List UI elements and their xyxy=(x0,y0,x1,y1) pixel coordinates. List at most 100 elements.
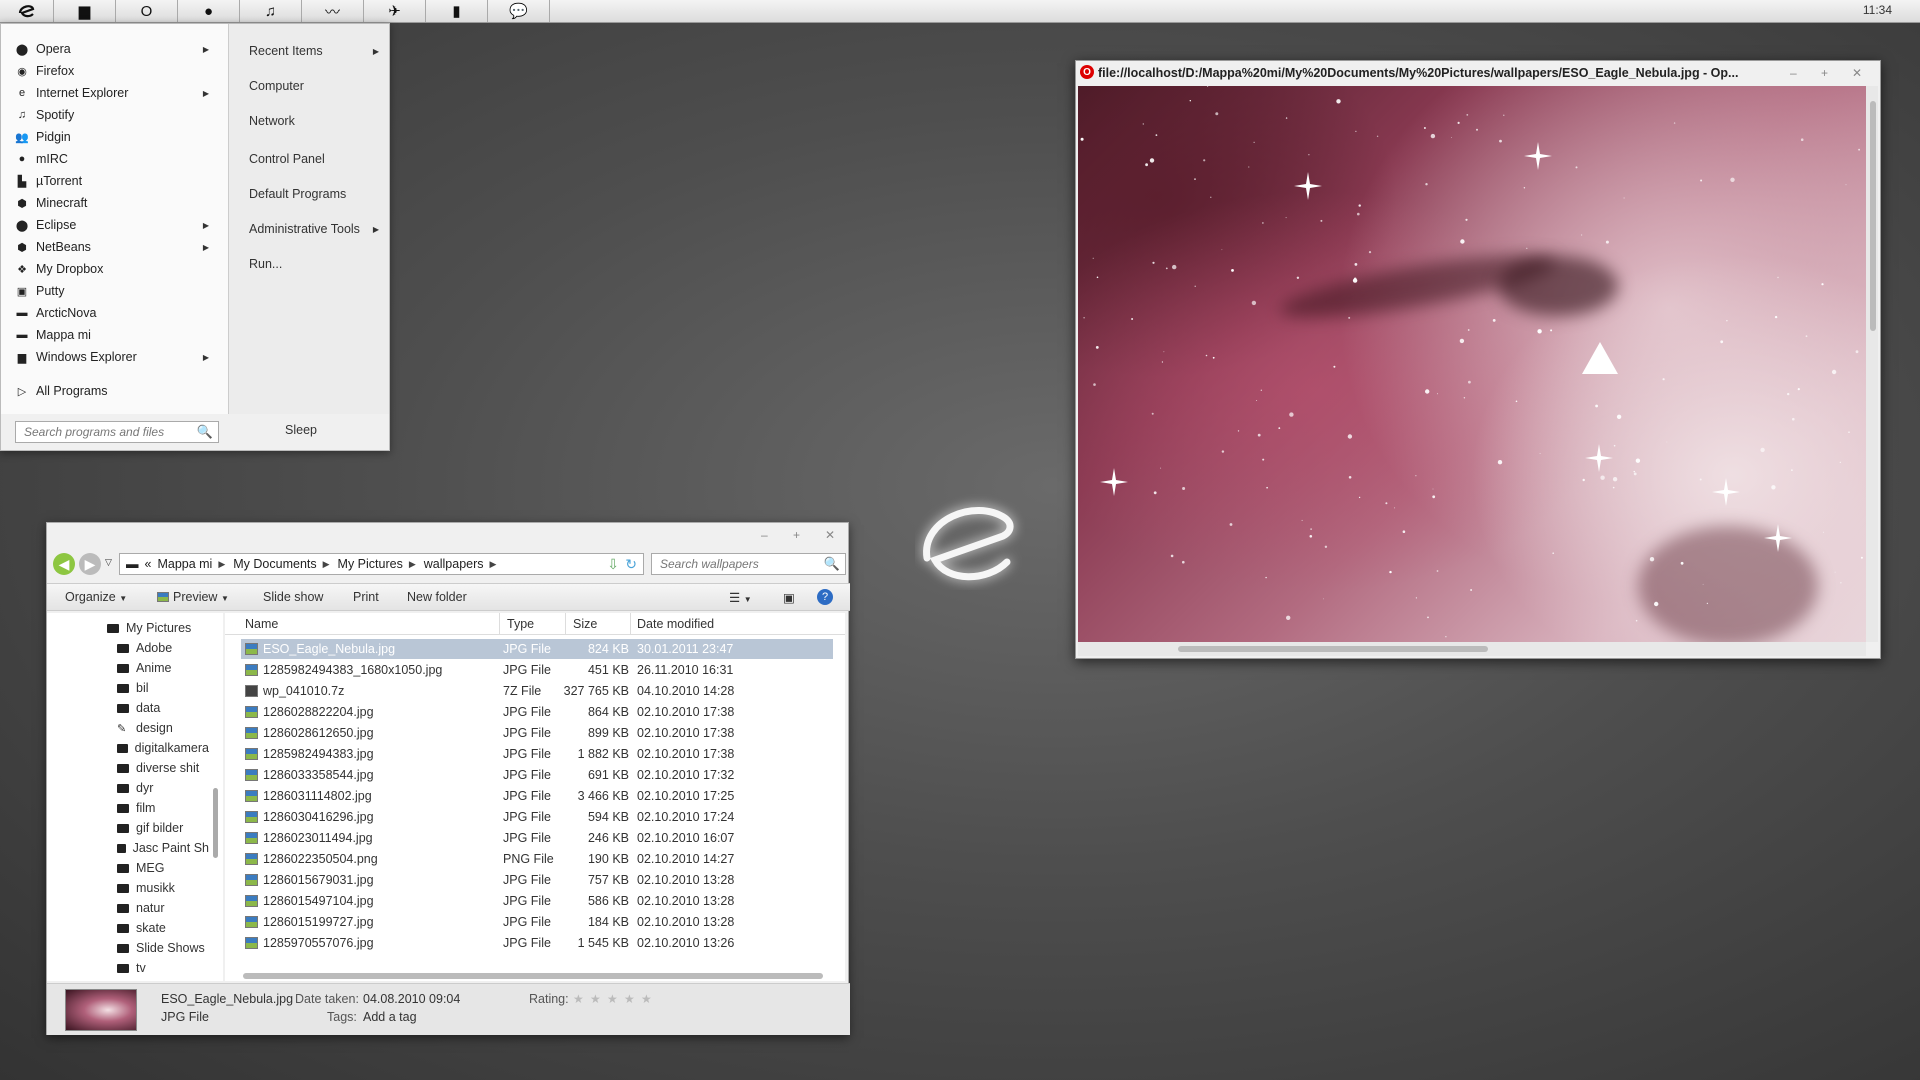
slide-show-button[interactable]: Slide show xyxy=(263,590,323,604)
new-folder-button[interactable]: New folder xyxy=(407,590,467,604)
column-date-modified[interactable]: Date modified xyxy=(637,617,714,631)
tree-scrollbar[interactable] xyxy=(213,788,218,858)
tree-item[interactable]: bil xyxy=(117,679,209,697)
file-row[interactable]: 1285982494383_1680x1050.jpg JPG File 451 K… xyxy=(241,660,833,680)
sm-item-internet-explorer[interactable]: e Internet Explorer ▶ xyxy=(15,83,215,103)
sm-network[interactable]: Network xyxy=(249,111,379,131)
breadcrumb-my-documents[interactable]: My Documents xyxy=(233,557,316,571)
tree-item[interactable]: data xyxy=(117,699,209,717)
vertical-scroll-thumb[interactable] xyxy=(1870,101,1876,331)
horizontal-scrollbar[interactable] xyxy=(1078,642,1866,656)
sm-item-spotify[interactable]: ♫ Spotify xyxy=(15,105,215,125)
tree-item[interactable]: digitalkamera xyxy=(117,739,209,757)
sm-item-opera[interactable]: ⬤ Opera ▶ xyxy=(15,39,215,59)
maximize-button[interactable]: + xyxy=(793,528,800,542)
tree-item[interactable]: diverse shit xyxy=(117,759,209,777)
minimize-button[interactable]: – xyxy=(1790,66,1797,80)
star-icon[interactable]: ★ xyxy=(573,992,584,1006)
sm-default-programs[interactable]: Default Programs xyxy=(249,184,379,204)
sm-item-mappa-mi[interactable]: ▬ Mappa mi xyxy=(15,325,215,345)
taskbar-pidgin[interactable]: 〰 xyxy=(302,0,364,22)
file-row[interactable]: 1285982494383.jpg JPG File 1 882 KB 02.10.2… xyxy=(241,744,833,764)
taskbar-firefox[interactable]: ● xyxy=(178,0,240,22)
breadcrumb-overflow[interactable]: « xyxy=(145,557,152,571)
file-row[interactable]: ESO_Eagle_Nebula.jpg JPG File 824 KB 30.01.… xyxy=(241,639,833,659)
taskbar-chat[interactable]: 💬 xyxy=(488,0,550,22)
organize-button[interactable]: Organize ▼ xyxy=(65,590,127,604)
breadcrumb-mappa-mi[interactable]: Mappa mi xyxy=(157,557,212,571)
file-row[interactable]: 1286030416296.jpg JPG File 594 KB 02.10.201… xyxy=(241,807,833,827)
sm-item-netbeans[interactable]: ⬢ NetBeans ▶ xyxy=(15,237,215,257)
column-type[interactable]: Type xyxy=(507,617,534,631)
sm-item-firefox[interactable]: ◉ Firefox xyxy=(15,61,215,81)
help-icon[interactable]: ? xyxy=(817,589,833,605)
view-options-icon[interactable]: ☰ ▼ xyxy=(729,590,752,605)
start-button[interactable] xyxy=(0,0,54,22)
file-row[interactable]: 1286033358544.jpg JPG File 691 KB 02.10.201… xyxy=(241,765,833,785)
start-search-input[interactable]: Search programs and files 🔍 xyxy=(15,421,219,443)
file-row[interactable]: wp_041010.7z 7Z File 327 765 KB 04.10.2010 … xyxy=(241,681,833,701)
taskbar-spotify[interactable]: ♫ xyxy=(240,0,302,22)
sm-computer[interactable]: Computer xyxy=(249,76,379,96)
sm-item-my-dropbox[interactable]: ❖ My Dropbox xyxy=(15,259,215,279)
maximize-button[interactable]: + xyxy=(1821,66,1828,80)
tree-item[interactable]: dyr xyxy=(117,779,209,797)
file-row[interactable]: 1286028822204.jpg JPG File 864 KB 02.10.201… xyxy=(241,702,833,722)
taskbar-dropbox[interactable]: ▮ xyxy=(426,0,488,22)
tree-item[interactable]: tv xyxy=(117,959,209,977)
close-button[interactable]: ✕ xyxy=(825,528,835,542)
close-button[interactable]: ✕ xyxy=(1852,66,1862,80)
star-icon[interactable]: ★ xyxy=(624,992,635,1006)
sm-item-minecraft[interactable]: ⬢ Minecraft xyxy=(15,193,215,213)
breadcrumb-my-pictures[interactable]: My Pictures xyxy=(338,557,403,571)
file-row[interactable]: 1286031114802.jpg JPG File 3 466 KB 02.10.2… xyxy=(241,786,833,806)
sm-item-mirc[interactable]: ● mIRC xyxy=(15,149,215,169)
taskbar-explorer[interactable]: ▆ xyxy=(54,0,116,22)
sm-all-programs[interactable]: ▷ All Programs xyxy=(15,381,215,401)
tree-item[interactable]: skate xyxy=(117,919,209,937)
preview-pane-icon[interactable]: ▣ xyxy=(783,590,795,605)
sm-run[interactable]: Run... xyxy=(249,254,379,274)
taskbar-opera[interactable]: O xyxy=(116,0,178,22)
sm-item-putty[interactable]: ▣ Putty xyxy=(15,281,215,301)
recent-pages-dropdown[interactable]: ▽ xyxy=(105,557,112,568)
taskbar-utorrent[interactable]: ✈ xyxy=(364,0,426,22)
tree-item[interactable]: Jasc Paint Sh xyxy=(117,839,209,857)
file-row[interactable]: 1286023011494.jpg JPG File 246 KB 02.10.201… xyxy=(241,828,833,848)
tree-item[interactable]: gif bilder xyxy=(117,819,209,837)
column-size[interactable]: Size xyxy=(573,617,597,631)
file-row[interactable]: 1285970557076.jpg JPG File 1 545 KB 02.10.2… xyxy=(241,933,833,953)
sm-control-panel[interactable]: Control Panel xyxy=(249,149,379,169)
sm-administrative-tools[interactable]: Administrative Tools ▶ xyxy=(249,219,379,239)
forward-button[interactable]: ▶ xyxy=(79,553,101,575)
tree-item[interactable]: film xyxy=(117,799,209,817)
refresh-icon[interactable]: ↻ xyxy=(625,556,637,573)
address-bar[interactable]: ▬ « Mappa mi ▶ My Documents ▶ My Pictures ▶… xyxy=(119,553,644,575)
tree-item[interactable]: ✎ design xyxy=(117,719,209,737)
file-row[interactable]: 1286015199727.jpg JPG File 184 KB 02.10.201… xyxy=(241,912,833,932)
print-button[interactable]: Print xyxy=(353,590,379,604)
horizontal-scrollbar[interactable] xyxy=(243,973,823,979)
file-row[interactable]: 1286028612650.jpg JPG File 899 KB 02.10.201… xyxy=(241,723,833,743)
sm-item-arcticnova[interactable]: ▬ ArcticNova xyxy=(15,303,215,323)
tree-item[interactable]: Anime xyxy=(117,659,209,677)
sm-item-utorrent[interactable]: ▙ µTorrent xyxy=(15,171,215,191)
tree-item[interactable]: Slide Shows xyxy=(117,939,209,957)
tree-item[interactable]: musikk xyxy=(117,879,209,897)
file-row[interactable]: 1286015679031.jpg JPG File 757 KB 02.10.201… xyxy=(241,870,833,890)
column-name[interactable]: Name xyxy=(245,617,278,631)
preview-button[interactable]: Preview ▼ xyxy=(157,590,229,604)
breadcrumb-wallpapers[interactable]: wallpapers xyxy=(424,557,484,571)
sm-item-windows-explorer[interactable]: ▆ Windows Explorer ▶ xyxy=(15,347,215,367)
tree-item-my-pictures[interactable]: My Pictures xyxy=(107,619,191,637)
tree-item[interactable]: natur xyxy=(117,899,209,917)
file-row[interactable]: 1286022350504.png PNG File 190 KB 02.10.201… xyxy=(241,849,833,869)
tree-item[interactable]: Adobe xyxy=(117,639,209,657)
file-row[interactable]: 1286015497104.jpg JPG File 586 KB 02.10.201… xyxy=(241,891,833,911)
sleep-button[interactable]: Sleep xyxy=(285,423,317,437)
star-icon[interactable]: ★ xyxy=(641,992,652,1006)
explorer-search-input[interactable]: Search wallpapers 🔍 xyxy=(651,553,846,575)
star-icon[interactable]: ★ xyxy=(590,992,601,1006)
go-arrow-icon[interactable]: ⇩ xyxy=(607,556,619,573)
sm-recent-items[interactable]: Recent Items ▶ xyxy=(249,41,379,61)
